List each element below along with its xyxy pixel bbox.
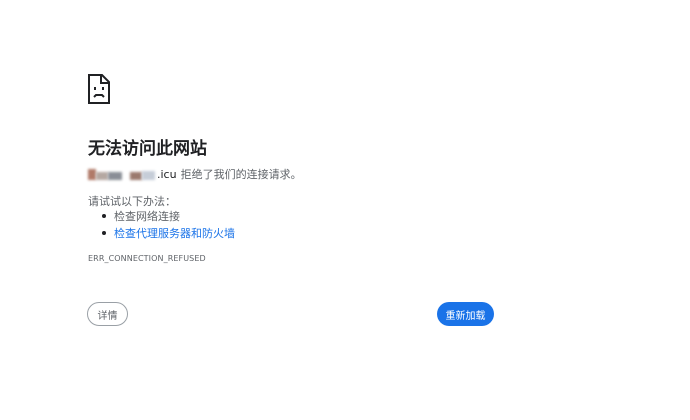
sad-document-icon (88, 74, 110, 104)
redacted-hostname (88, 167, 156, 181)
reload-button[interactable]: 重新加载 (437, 302, 494, 326)
check-proxy-firewall-link[interactable]: 检查代理服务器和防火墙 (114, 227, 235, 240)
bullet-icon (102, 231, 106, 235)
error-reason-text: 拒绝了我们的连接请求。 (180, 168, 302, 181)
details-button[interactable]: 详情 (87, 302, 128, 326)
error-headline: 无法访问此网站 (88, 139, 207, 159)
suggestion-item-check-network: 检查网络连接 (88, 208, 235, 225)
suggestions-title: 请试试以下办法： (88, 195, 176, 208)
error-page: 无法访问此网站 .icu 拒绝了我们的连接请求。 请试试以下办法： 检查网络连接… (0, 0, 690, 420)
error-code: ERR_CONNECTION_REFUSED (88, 254, 206, 263)
suggestions-list: 检查网络连接 检查代理服务器和防火墙 (88, 208, 235, 242)
bullet-icon (102, 214, 106, 218)
suggestion-label: 检查网络连接 (114, 210, 180, 223)
suggestion-item-check-proxy[interactable]: 检查代理服务器和防火墙 (88, 225, 235, 242)
error-hostname: .icu (157, 167, 177, 181)
error-reason-line: .icu 拒绝了我们的连接请求。 (88, 166, 302, 182)
